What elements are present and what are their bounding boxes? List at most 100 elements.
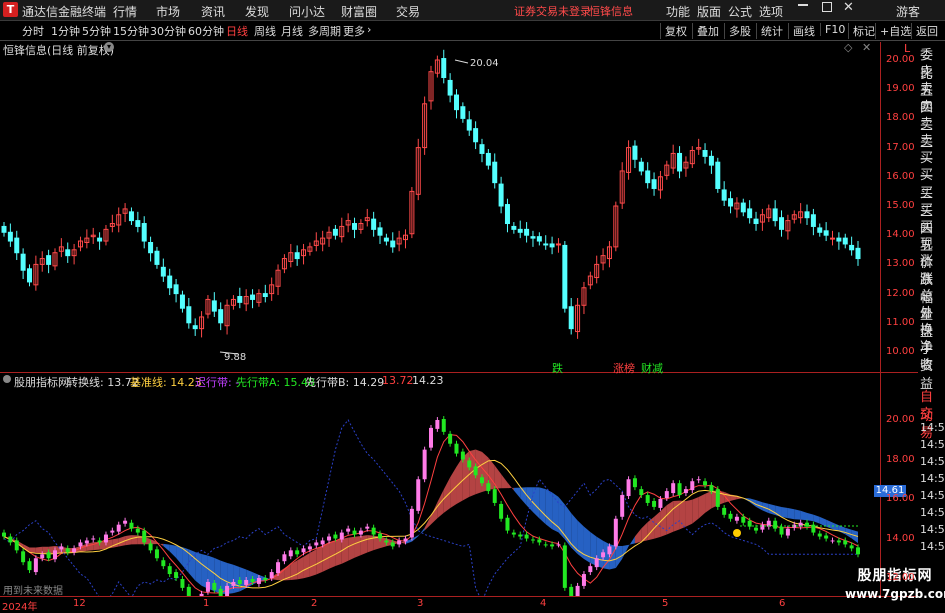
indicator-candle-body — [645, 495, 650, 503]
indicator-candle-body — [276, 562, 281, 574]
candle-body — [702, 150, 708, 157]
period-more[interactable]: 更多 — [343, 23, 365, 39]
menu-hangqing[interactable]: 行情 — [113, 3, 137, 20]
candle-body — [192, 325, 198, 330]
candle-body — [536, 236, 542, 242]
indicator-candle-body — [333, 534, 338, 539]
menu-xuanxiang[interactable]: 选项 — [759, 3, 783, 20]
indicator-candle-body — [518, 534, 523, 537]
indicator-candle-body — [690, 481, 695, 491]
indicator-candle-body — [72, 548, 77, 553]
tool-huaxian[interactable]: 画线 — [788, 23, 815, 39]
tool-tongji[interactable]: 统计 — [756, 23, 783, 39]
indicator-candle-body — [282, 554, 287, 562]
indicator-candle-body — [301, 548, 306, 553]
tool-duogu[interactable]: 多股 — [724, 23, 751, 39]
menu-banmian[interactable]: 版面 — [697, 3, 721, 20]
period-30min[interactable]: 30分钟 — [150, 23, 186, 39]
candle-body — [479, 144, 485, 154]
menu-zixun[interactable]: 资讯 — [201, 3, 225, 20]
side-time-label: 14:56 — [920, 540, 945, 553]
indicator-candle-body — [709, 485, 714, 492]
tool-fuquan[interactable]: 复权 — [660, 23, 687, 39]
indicator-candle-body — [199, 593, 204, 596]
candle-body — [167, 275, 173, 289]
indicator-candle-body — [671, 483, 676, 494]
period-monthly[interactable]: 月线 — [281, 23, 303, 39]
date-tick: 12 — [73, 598, 86, 609]
period-1min[interactable]: 1分钟 — [51, 23, 80, 39]
menu-faxian[interactable]: 发现 — [245, 3, 269, 20]
tool-f10[interactable]: F10 — [820, 23, 845, 36]
period-daily[interactable]: 日线 — [226, 23, 248, 39]
chevron-right-icon[interactable]: › — [367, 23, 371, 36]
menu-jiaoyi[interactable]: 交易 — [396, 3, 420, 20]
tool-diejia[interactable]: 叠加 — [692, 23, 719, 39]
signal-dot — [733, 529, 741, 537]
indicator-candle-body — [8, 536, 13, 543]
candle-body — [466, 119, 472, 131]
candle-body — [836, 237, 842, 242]
date-separator — [0, 596, 918, 597]
menu-gongneng[interactable]: 功能 — [666, 3, 690, 20]
candle-body — [817, 227, 823, 233]
cloud-segment — [348, 536, 355, 561]
candle-body — [352, 223, 358, 230]
menu-gongshi[interactable]: 公式 — [728, 3, 752, 20]
period-60min[interactable]: 60分钟 — [188, 23, 224, 39]
maximize-icon[interactable] — [822, 2, 832, 12]
cloud-segment — [303, 552, 310, 579]
indicator-candle-body — [601, 552, 606, 558]
ichimoku-indicator-chart[interactable] — [0, 386, 880, 596]
candle-body — [377, 227, 383, 236]
period-fenshi[interactable]: 分时 — [22, 23, 44, 39]
close-icon[interactable]: ✕ — [843, 0, 854, 15]
guest-label[interactable]: 游客 — [896, 3, 920, 20]
period-5min[interactable]: 5分钟 — [82, 23, 111, 39]
indicator-candle-body — [269, 572, 274, 578]
date-tick: 5 — [662, 598, 669, 609]
indicator-candle-body — [218, 588, 223, 596]
minimize-icon[interactable] — [798, 4, 808, 6]
candlestick-chart[interactable] — [0, 42, 880, 372]
tool-biaoji[interactable]: 标记 — [848, 23, 875, 39]
cloud-segment — [685, 499, 693, 527]
menu-wenxiaoda[interactable]: 问小达 — [289, 3, 325, 20]
candle-body — [753, 218, 759, 225]
cloud-segment — [437, 489, 444, 519]
indicator-candle-body — [856, 547, 860, 555]
indicator-candle-body — [511, 532, 516, 535]
login-warning[interactable]: 证券交易未登录 — [514, 3, 591, 19]
side-time-label: 14:56 — [920, 489, 945, 502]
indicator-candle-body — [14, 540, 19, 551]
candle-body — [721, 189, 727, 201]
indicator-candle-body — [754, 527, 759, 531]
price-tick: 18.00 — [886, 112, 915, 124]
period-15min[interactable]: 15分钟 — [113, 23, 149, 39]
indicator-candle-body — [288, 550, 293, 557]
caijian-marker: 财减 — [641, 362, 663, 375]
indicator-candle-body — [830, 540, 835, 542]
tool-zixuan[interactable]: +自选 — [875, 23, 911, 39]
candle-body — [211, 300, 217, 312]
indicator-candle-body — [135, 528, 140, 533]
indicator-candle-body — [403, 538, 408, 542]
price-tick: 10.00 — [886, 346, 915, 357]
indicator-candle-body — [409, 508, 414, 538]
indicator-candle-body — [237, 579, 242, 584]
period-weekly[interactable]: 周线 — [254, 23, 276, 39]
period-multi[interactable]: 多周期 — [308, 23, 341, 39]
menu-caifuquan[interactable]: 财富圈 — [341, 3, 377, 20]
menu-shichang[interactable]: 市场 — [156, 3, 180, 20]
candle-body — [804, 211, 810, 219]
indicator-candle-body — [78, 542, 83, 547]
candle-body — [504, 204, 510, 225]
cloud-segment — [622, 544, 629, 559]
candle-body — [715, 161, 721, 189]
tool-fanhui[interactable]: 返回 — [911, 23, 938, 39]
indicator-menu-icon[interactable] — [3, 375, 11, 383]
indicator-candle-body — [652, 500, 657, 507]
cloud-segment — [539, 487, 546, 525]
indicator-candle-body — [154, 549, 159, 559]
indicator-candle-body — [84, 540, 89, 544]
